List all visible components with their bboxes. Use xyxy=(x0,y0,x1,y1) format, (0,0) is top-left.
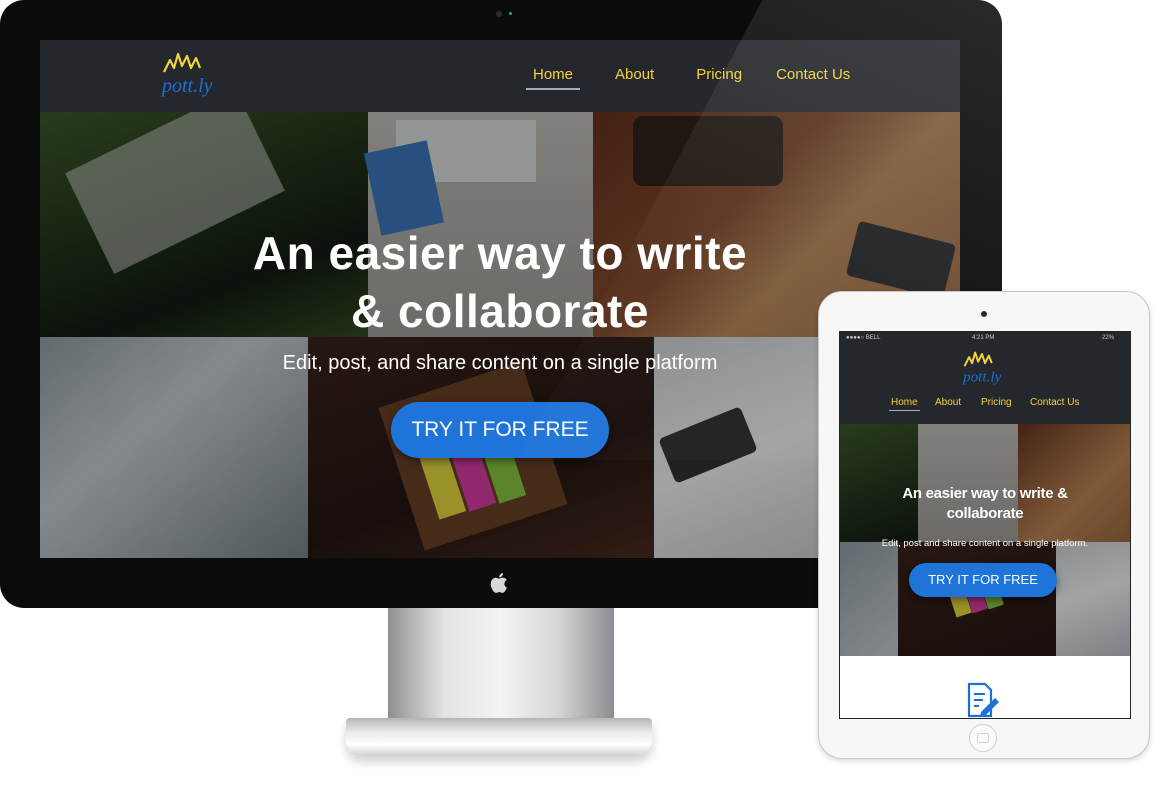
tablet-nav-home[interactable]: Home xyxy=(889,397,920,411)
try-for-free-button[interactable]: TRY IT FOR FREE xyxy=(391,402,609,458)
imac-camera xyxy=(496,11,502,17)
imac-camera-led xyxy=(509,12,512,15)
status-battery: 22% xyxy=(1102,335,1115,341)
nav-pricing[interactable]: Pricing xyxy=(696,66,742,83)
tablet-logo-mark: pott.ly xyxy=(962,351,1002,385)
tablet-logo[interactable]: pott.ly xyxy=(960,348,1010,392)
document-edit-icon xyxy=(967,682,999,718)
status-carrier: ●●●●○ BELL xyxy=(846,335,881,341)
tablet-hero-title: An easier way to write & collaborate xyxy=(860,484,1110,524)
apple-logo-icon xyxy=(490,573,507,593)
logo-text: pott.ly xyxy=(160,75,213,97)
tablet-logo-text: pott.ly xyxy=(962,368,1002,385)
tablet-features-section xyxy=(840,656,1130,718)
tablet-hero-title-line2: collaborate xyxy=(946,505,1024,522)
tablet-site-header: pott.ly Home About Pricing Contact Us xyxy=(840,346,1130,424)
tablet-hero: An easier way to write & collaborate Edi… xyxy=(840,424,1130,656)
logo[interactable]: pott.ly xyxy=(160,48,222,106)
hero-title-line2: & collaborate xyxy=(351,285,649,337)
hero-title: An easier way to write & collaborate xyxy=(150,224,850,340)
logo-mark: pott.ly xyxy=(160,52,213,97)
tablet-hero-title-line1: An easier way to write & xyxy=(902,485,1068,502)
nav-contact-us[interactable]: Contact Us xyxy=(776,66,850,83)
imac-stand xyxy=(388,608,614,720)
ipad-camera xyxy=(981,311,987,317)
nav-home[interactable]: Home xyxy=(525,66,581,90)
nav-about[interactable]: About xyxy=(615,66,654,83)
main-nav: Home About Pricing Contact Us xyxy=(525,66,850,90)
ipad-home-button-square xyxy=(977,733,989,743)
status-bar: ●●●●○ BELL 4:21 PM 22% xyxy=(840,332,1130,346)
hero-subtitle: Edit, post, and share content on a singl… xyxy=(282,352,718,374)
imac-stand-base xyxy=(346,718,652,756)
hero-title-line1: An easier way to write xyxy=(252,227,748,279)
status-time: 4:21 PM xyxy=(972,335,995,341)
site-header: pott.ly Home About Pricing Contact Us xyxy=(40,40,960,112)
tablet-try-for-free-button[interactable]: TRY IT FOR FREE xyxy=(909,563,1057,597)
tablet-hero-subtitle: Edit, post and share content on a single… xyxy=(881,538,1089,549)
tablet-nav-pricing[interactable]: Pricing xyxy=(981,397,1012,408)
ipad-screen: ●●●●○ BELL 4:21 PM 22% pott.ly Home Abou… xyxy=(839,331,1131,719)
tablet-nav-about[interactable]: About xyxy=(935,397,961,408)
tablet-nav-contact-us[interactable]: Contact Us xyxy=(1030,397,1079,408)
